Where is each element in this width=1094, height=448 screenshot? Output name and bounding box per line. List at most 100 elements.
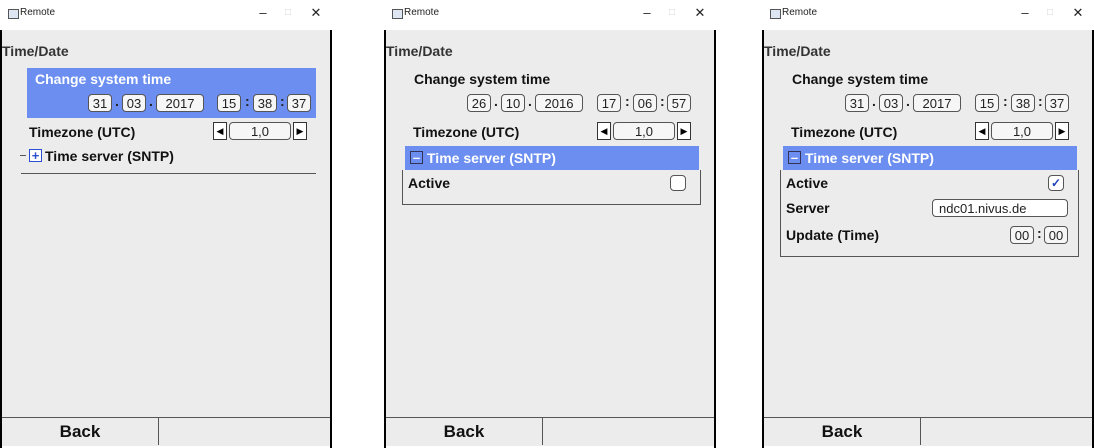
day-field[interactable]: 31: [88, 94, 112, 112]
minute-field[interactable]: 38: [1011, 94, 1035, 112]
time-separator: :: [1037, 225, 1042, 241]
server-row[interactable]: Server ndc01.nivus.de: [783, 197, 1077, 219]
change-system-time-label: Change system time: [35, 71, 172, 87]
time-separator: :: [625, 93, 630, 109]
window-icon: [8, 9, 19, 19]
timezone-label: Timezone (UTC): [791, 124, 898, 140]
second-field[interactable]: 37: [287, 94, 311, 112]
remote-window-1: Remote – □ ✕ Time/Date Change system tim…: [0, 0, 332, 448]
window-title: Remote: [404, 7, 440, 18]
minimize-button[interactable]: –: [1012, 2, 1038, 24]
date-separator: .: [872, 93, 876, 109]
back-button[interactable]: Back: [386, 418, 543, 445]
timezone-row[interactable]: Timezone (UTC) ◀ 1,0 ▶: [411, 120, 700, 144]
time-separator: :: [660, 93, 665, 109]
hour-field[interactable]: 15: [217, 94, 241, 112]
time-server-row[interactable]: + Time server (SNTP): [20, 146, 317, 170]
title-bar: Remote – □ ✕: [0, 0, 332, 28]
change-system-time-row[interactable]: Change system time 31 . 03 . 2017 15 : 3…: [27, 68, 316, 118]
time-server-row[interactable]: – Time server (SNTP): [405, 146, 699, 170]
second-field[interactable]: 37: [1045, 94, 1069, 112]
year-field[interactable]: 2016: [535, 94, 583, 112]
active-checkbox[interactable]: [670, 175, 686, 191]
date-separator: .: [528, 93, 532, 109]
collapse-icon[interactable]: –: [788, 151, 801, 164]
hour-field[interactable]: 15: [975, 94, 999, 112]
soft-key-right[interactable]: [159, 418, 330, 445]
day-field[interactable]: 31: [845, 94, 869, 112]
change-system-time-row[interactable]: Change system time 31 . 03 . 2017 15 : 3…: [789, 68, 1078, 118]
timezone-value[interactable]: 1,0: [229, 122, 291, 140]
back-button[interactable]: Back: [2, 418, 159, 445]
close-button[interactable]: ✕: [687, 2, 713, 24]
day-field[interactable]: 26: [467, 94, 491, 112]
title-bar: Remote – □ ✕: [762, 0, 1094, 28]
soft-key-right[interactable]: [921, 418, 1092, 445]
decrease-arrow-icon[interactable]: ◀: [597, 122, 611, 140]
change-system-time-label: Change system time: [792, 71, 929, 87]
update-minute-field[interactable]: 00: [1044, 226, 1068, 244]
screen-content: Time/Date Change system time 31 . 03 . 2…: [2, 30, 330, 446]
page-title: Time/Date: [386, 43, 453, 59]
maximize-button[interactable]: □: [275, 2, 301, 24]
minute-field[interactable]: 38: [253, 94, 277, 112]
active-label: Active: [786, 175, 829, 191]
screen-content: Time/Date Change system time 31 . 03 . 2…: [764, 30, 1092, 446]
decrease-arrow-icon[interactable]: ◀: [975, 122, 989, 140]
time-server-label: Time server (SNTP): [805, 150, 934, 166]
remote-window-3: Remote – □ ✕ Time/Date Change system tim…: [762, 0, 1094, 448]
increase-arrow-icon[interactable]: ▶: [677, 122, 691, 140]
update-time-row[interactable]: Update (Time) 00 : 00: [783, 223, 1077, 247]
decrease-arrow-icon[interactable]: ◀: [213, 122, 227, 140]
timezone-label: Timezone (UTC): [413, 124, 520, 140]
page-title: Time/Date: [2, 43, 69, 59]
time-server-label: Time server (SNTP): [427, 150, 556, 166]
active-row[interactable]: Active ✓: [783, 172, 1077, 194]
timezone-label: Timezone (UTC): [29, 124, 136, 140]
bottom-bar: Back: [386, 417, 714, 446]
date-separator: .: [494, 93, 498, 109]
collapse-icon[interactable]: –: [410, 151, 423, 164]
timezone-value[interactable]: 1,0: [613, 122, 675, 140]
bottom-bar: Back: [764, 417, 1092, 446]
back-button[interactable]: Back: [764, 418, 921, 445]
title-bar: Remote – □ ✕: [384, 0, 716, 28]
bottom-bar: Back: [2, 417, 330, 446]
active-label: Active: [408, 175, 451, 191]
active-checkbox[interactable]: ✓: [1048, 175, 1064, 191]
page-title: Time/Date: [764, 43, 831, 59]
time-server-row[interactable]: – Time server (SNTP): [783, 146, 1077, 170]
month-field[interactable]: 03: [879, 94, 903, 112]
change-system-time-row[interactable]: Change system time 26 . 10 . 2016 17 : 0…: [411, 68, 700, 118]
timezone-row[interactable]: Timezone (UTC) ◀ 1,0 ▶: [27, 120, 316, 144]
window-icon: [392, 9, 403, 19]
second-field[interactable]: 57: [667, 94, 691, 112]
maximize-button[interactable]: □: [659, 2, 685, 24]
active-row[interactable]: Active: [405, 172, 699, 194]
minute-field[interactable]: 06: [633, 94, 657, 112]
expand-icon[interactable]: +: [29, 149, 42, 162]
window-title: Remote: [782, 7, 818, 18]
timezone-row[interactable]: Timezone (UTC) ◀ 1,0 ▶: [789, 120, 1078, 144]
time-separator: :: [245, 93, 250, 109]
close-button[interactable]: ✕: [303, 2, 329, 24]
maximize-button[interactable]: □: [1037, 2, 1063, 24]
date-separator: .: [906, 93, 910, 109]
hour-field[interactable]: 17: [597, 94, 621, 112]
change-system-time-label: Change system time: [414, 71, 551, 87]
minimize-button[interactable]: –: [250, 2, 276, 24]
update-hour-field[interactable]: 00: [1010, 226, 1034, 244]
server-input[interactable]: ndc01.nivus.de: [932, 199, 1068, 217]
minimize-button[interactable]: –: [634, 2, 660, 24]
month-field[interactable]: 03: [122, 94, 146, 112]
increase-arrow-icon[interactable]: ▶: [293, 122, 307, 140]
timezone-value[interactable]: 1,0: [991, 122, 1053, 140]
year-field[interactable]: 2017: [913, 94, 961, 112]
close-button[interactable]: ✕: [1065, 2, 1091, 24]
increase-arrow-icon[interactable]: ▶: [1055, 122, 1069, 140]
screen-content: Time/Date Change system time 26 . 10 . 2…: [386, 30, 714, 446]
time-separator: :: [280, 93, 285, 109]
soft-key-right[interactable]: [543, 418, 714, 445]
year-field[interactable]: 2017: [156, 94, 204, 112]
month-field[interactable]: 10: [501, 94, 525, 112]
